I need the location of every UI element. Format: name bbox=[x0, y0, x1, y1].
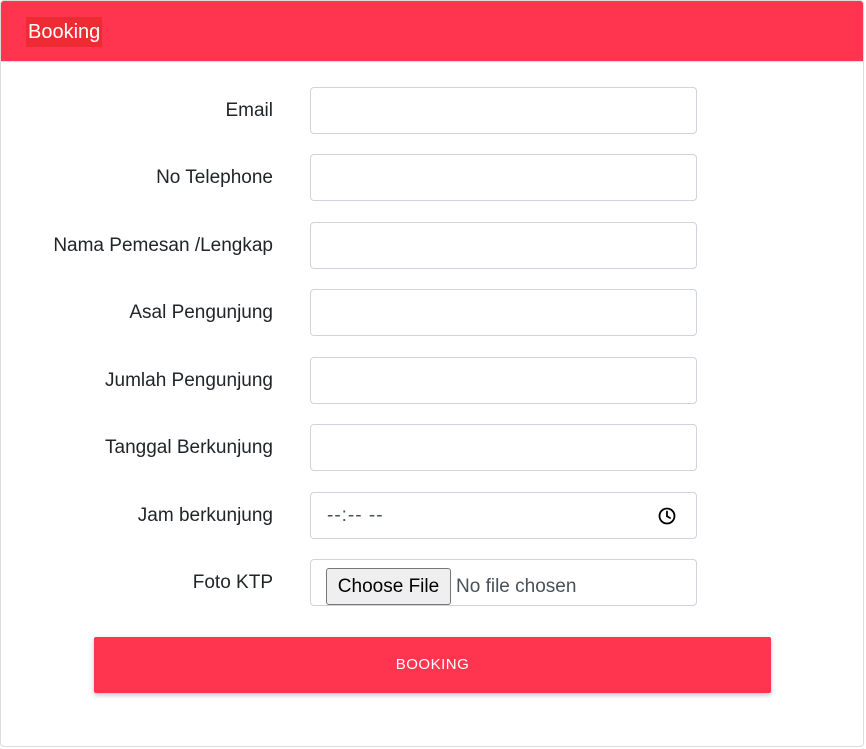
date-field[interactable] bbox=[310, 424, 697, 471]
time-field[interactable]: --:-- -- bbox=[310, 492, 697, 539]
choose-file-button[interactable]: Choose File bbox=[326, 568, 451, 605]
form-row-origin: Asal Pengunjung bbox=[1, 289, 863, 337]
form-row-email: Email bbox=[1, 87, 863, 135]
origin-field[interactable] bbox=[310, 289, 697, 336]
booking-card: Booking Email No Telephone Nama Pemesan … bbox=[0, 0, 864, 747]
visitors-label: Jumlah Pengunjung bbox=[105, 370, 273, 391]
visitors-field[interactable] bbox=[310, 357, 697, 404]
file-status: No file chosen bbox=[456, 576, 577, 597]
form-row-phone: No Telephone bbox=[1, 154, 863, 202]
clock-icon[interactable] bbox=[658, 507, 676, 525]
form-row-date: Tanggal Berkunjung bbox=[1, 424, 863, 472]
file-label: Foto KTP bbox=[192, 572, 273, 593]
form-row-time: Jam berkunjung --:-- -- bbox=[1, 492, 863, 540]
card-header: Booking bbox=[1, 1, 863, 62]
phone-field[interactable] bbox=[310, 154, 697, 201]
form-row-name: Nama Pemesan /Lengkap bbox=[1, 222, 863, 270]
email-field[interactable] bbox=[310, 87, 697, 134]
date-label: Tanggal Berkunjung bbox=[105, 437, 273, 458]
email-label: Email bbox=[225, 100, 273, 121]
card-title: Booking bbox=[26, 17, 103, 47]
file-input[interactable]: Choose File No file chosen bbox=[310, 559, 697, 606]
origin-label: Asal Pengunjung bbox=[129, 302, 273, 323]
phone-label: No Telephone bbox=[156, 167, 273, 188]
time-label: Jam berkunjung bbox=[137, 505, 273, 526]
form-row-file: Foto KTP Choose File No file chosen bbox=[1, 559, 863, 607]
name-field[interactable] bbox=[310, 222, 697, 269]
name-label: Nama Pemesan /Lengkap bbox=[53, 235, 273, 256]
time-value: --:-- -- bbox=[327, 505, 384, 526]
form-row-visitors: Jumlah Pengunjung bbox=[1, 357, 863, 405]
booking-button[interactable]: BOOKING bbox=[94, 637, 771, 693]
